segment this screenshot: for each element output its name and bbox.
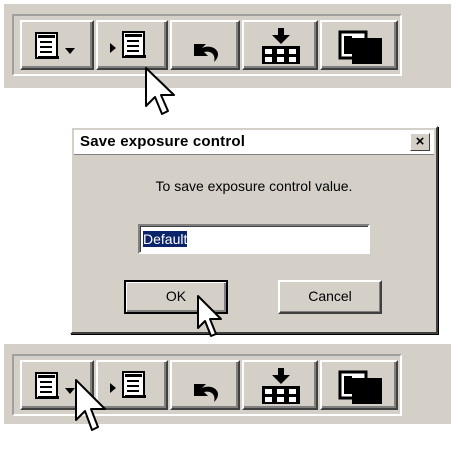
arrow-cursor-icon [75, 379, 106, 431]
load-grid-icon [262, 28, 300, 64]
load-grid-icon [262, 368, 300, 404]
compare-button[interactable] [320, 20, 398, 70]
save-settings-button[interactable] [96, 20, 168, 70]
page-dropdown-icon [35, 32, 75, 59]
arrow-cursor-icon [145, 67, 175, 115]
dialog-title: Save exposure control [80, 133, 246, 150]
dialog-title-bar[interactable]: Save exposure control × [74, 130, 434, 155]
undo-icon [194, 44, 218, 62]
undo-icon [194, 384, 218, 402]
name-input[interactable] [138, 224, 370, 254]
overlap-squares-icon [338, 30, 382, 64]
recall-settings-dropdown-button[interactable] [20, 20, 94, 70]
undo-button[interactable] [170, 20, 240, 70]
cancel-button[interactable]: Cancel [278, 280, 382, 314]
toolbar-top [4, 4, 451, 115]
arrow-cursor-icon [197, 295, 222, 337]
undo-button[interactable] [170, 360, 240, 410]
save-exposure-dialog: Save exposure control × To save exposure… [70, 126, 438, 337]
dialog-message: To save exposure control value. [155, 178, 353, 194]
close-x-icon: × [415, 133, 425, 150]
load-button[interactable] [242, 20, 318, 70]
compare-button[interactable] [320, 360, 398, 410]
close-button[interactable]: × [410, 133, 430, 151]
toolbar-bottom [4, 344, 451, 424]
play-page-icon [110, 31, 146, 58]
load-button[interactable] [242, 360, 318, 410]
overlap-squares-icon [338, 370, 382, 404]
